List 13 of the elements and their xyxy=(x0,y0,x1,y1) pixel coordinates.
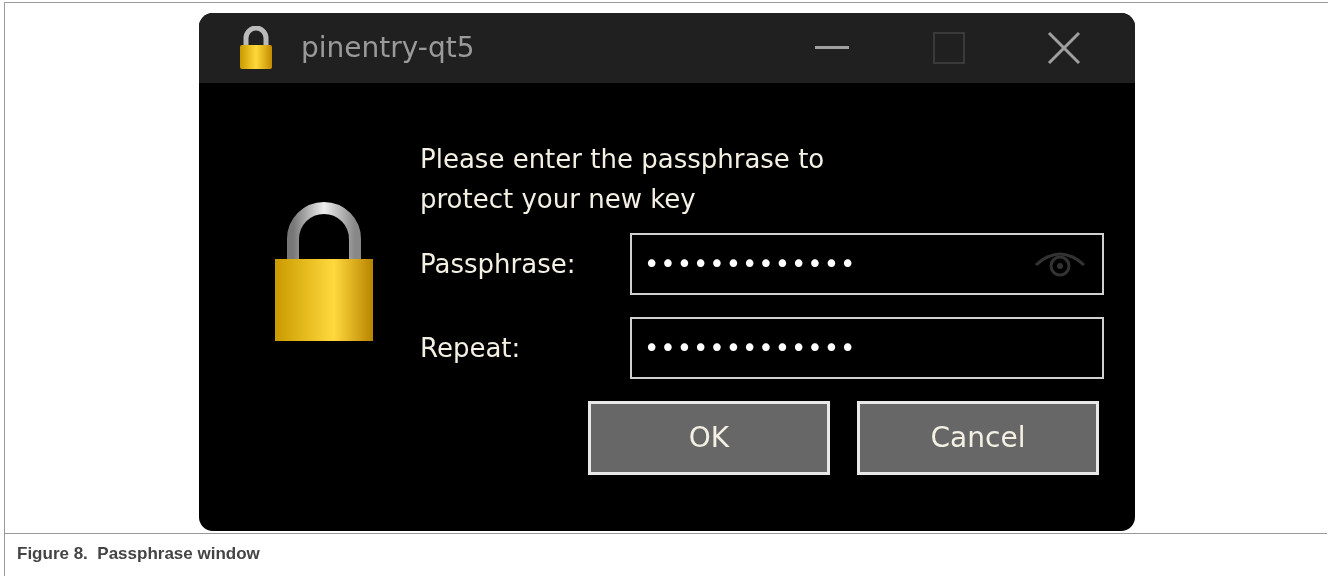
cancel-button[interactable]: Cancel xyxy=(857,401,1099,475)
field-label: Passphrase: xyxy=(420,247,577,281)
padlock-icon xyxy=(239,26,273,70)
prompt-message: Please enter the passphrase to protect your new key xyxy=(420,143,826,216)
figure-caption: Figure 8. Passphrase window xyxy=(17,543,260,565)
ok-button[interactable]: OK xyxy=(588,401,830,475)
window-title: pinentry-qt5 xyxy=(301,30,475,66)
minimize-icon[interactable] xyxy=(815,46,849,50)
password-field[interactable]: ••••••••••••• xyxy=(630,233,1104,295)
close-icon[interactable] xyxy=(1047,31,1081,65)
field-label: Repeat: xyxy=(420,331,522,365)
padlock-icon xyxy=(275,201,373,341)
password-field[interactable]: ••••••••••••• xyxy=(630,317,1104,379)
